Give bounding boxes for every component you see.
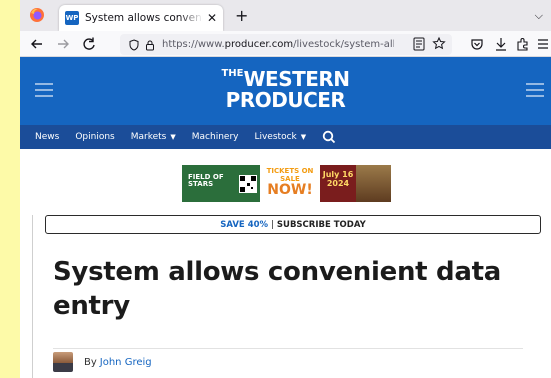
download-icon[interactable]	[492, 35, 510, 53]
site-header: THEWESTERN PRODUCER	[20, 57, 551, 125]
nav-item-news[interactable]: News	[35, 132, 59, 142]
url-actions	[412, 36, 446, 52]
subscribe-bar[interactable]: SAVE 40% | SUBSCRIBE TODAY	[45, 215, 541, 234]
caret-down-icon: ▼	[300, 133, 307, 141]
url-text: https://www.producer.com/livestock/syste…	[162, 39, 394, 50]
search-icon[interactable]	[322, 130, 336, 144]
article-headline: System allows convenient data entry	[53, 257, 501, 321]
reader-view-icon[interactable]	[412, 36, 426, 52]
nav-item-livestock[interactable]: Livestock ▼	[254, 132, 306, 142]
hamburger-icon[interactable]	[534, 35, 551, 53]
site-menu-right-icon[interactable]	[526, 83, 544, 97]
tab-active[interactable]: WP System allows convenient data entry ✕	[59, 5, 223, 31]
ad-tickets: TICKETS ON SALE NOW!	[260, 165, 320, 202]
site-logo[interactable]: THEWESTERN PRODUCER	[20, 68, 551, 112]
reload-icon[interactable]	[80, 35, 98, 53]
browser-window: WP System allows convenient data entry ✕…	[20, 0, 551, 378]
byline-by: By	[84, 356, 97, 368]
navigation-toolbar: https://www.producer.com/livestock/syste…	[20, 31, 551, 57]
nav-item-markets-label: Markets	[130, 132, 167, 142]
subscribe-save: SAVE 40%	[220, 219, 269, 230]
qr-code-icon	[236, 165, 260, 202]
shield-icon[interactable]	[126, 38, 142, 51]
tab-close-icon[interactable]: ✕	[207, 11, 217, 25]
ad-date-year: 2024	[326, 178, 350, 188]
ad-field-of-stars: FIELD OF STARS	[182, 165, 236, 202]
nav-item-markets[interactable]: Markets ▼	[131, 132, 176, 142]
pocket-icon[interactable]	[468, 35, 486, 53]
logo-line2: PRODUCER	[225, 88, 346, 112]
byline-divider	[53, 348, 523, 349]
tab-strip: WP System allows convenient data entry ✕…	[20, 0, 551, 31]
author-avatar	[53, 352, 73, 372]
byline: By John Greig	[53, 352, 152, 372]
site-nav: News Opinions Markets ▼ Machinery Livesto…	[20, 125, 551, 149]
url-prefix: https://www.	[162, 39, 225, 50]
site-favicon-icon: WP	[65, 11, 79, 25]
url-path: /livestock/system-allows-	[293, 39, 394, 50]
left-divider	[32, 215, 33, 378]
ad-banner[interactable]: FIELD OF STARS TICKETS ON SALE NOW! July…	[182, 165, 391, 202]
lock-icon[interactable]	[142, 39, 158, 51]
subscribe-separator: |	[271, 219, 274, 230]
url-host: producer.com	[224, 39, 294, 50]
nav-item-machinery[interactable]: Machinery	[192, 132, 239, 142]
caret-down-icon: ▼	[170, 133, 176, 141]
logo-the: THE	[221, 68, 244, 79]
ad-field-of-stars-text: FIELD OF STARS	[188, 173, 224, 188]
star-icon[interactable]	[432, 36, 446, 52]
author-link[interactable]: John Greig	[100, 357, 152, 368]
arrow-right-icon[interactable]	[54, 35, 72, 53]
ad-now: NOW!	[267, 182, 313, 199]
firefox-logo-icon[interactable]	[29, 7, 45, 23]
list-all-tabs-chevron-icon[interactable]: ⌵	[535, 9, 543, 23]
ad-date: July 16 2024	[320, 165, 356, 202]
tab-title: System allows convenient data entry	[85, 12, 203, 24]
url-bar[interactable]: https://www.producer.com/livestock/syste…	[120, 34, 452, 55]
nav-item-opinions[interactable]: Opinions	[75, 132, 114, 142]
nav-item-livestock-label: Livestock	[254, 132, 297, 142]
ad-photo	[356, 165, 391, 202]
extensions-icon[interactable]	[514, 35, 532, 53]
arrow-left-icon[interactable]	[28, 35, 46, 53]
subscribe-cta: SUBSCRIBE TODAY	[276, 219, 366, 230]
new-tab-icon[interactable]: +	[235, 6, 248, 25]
